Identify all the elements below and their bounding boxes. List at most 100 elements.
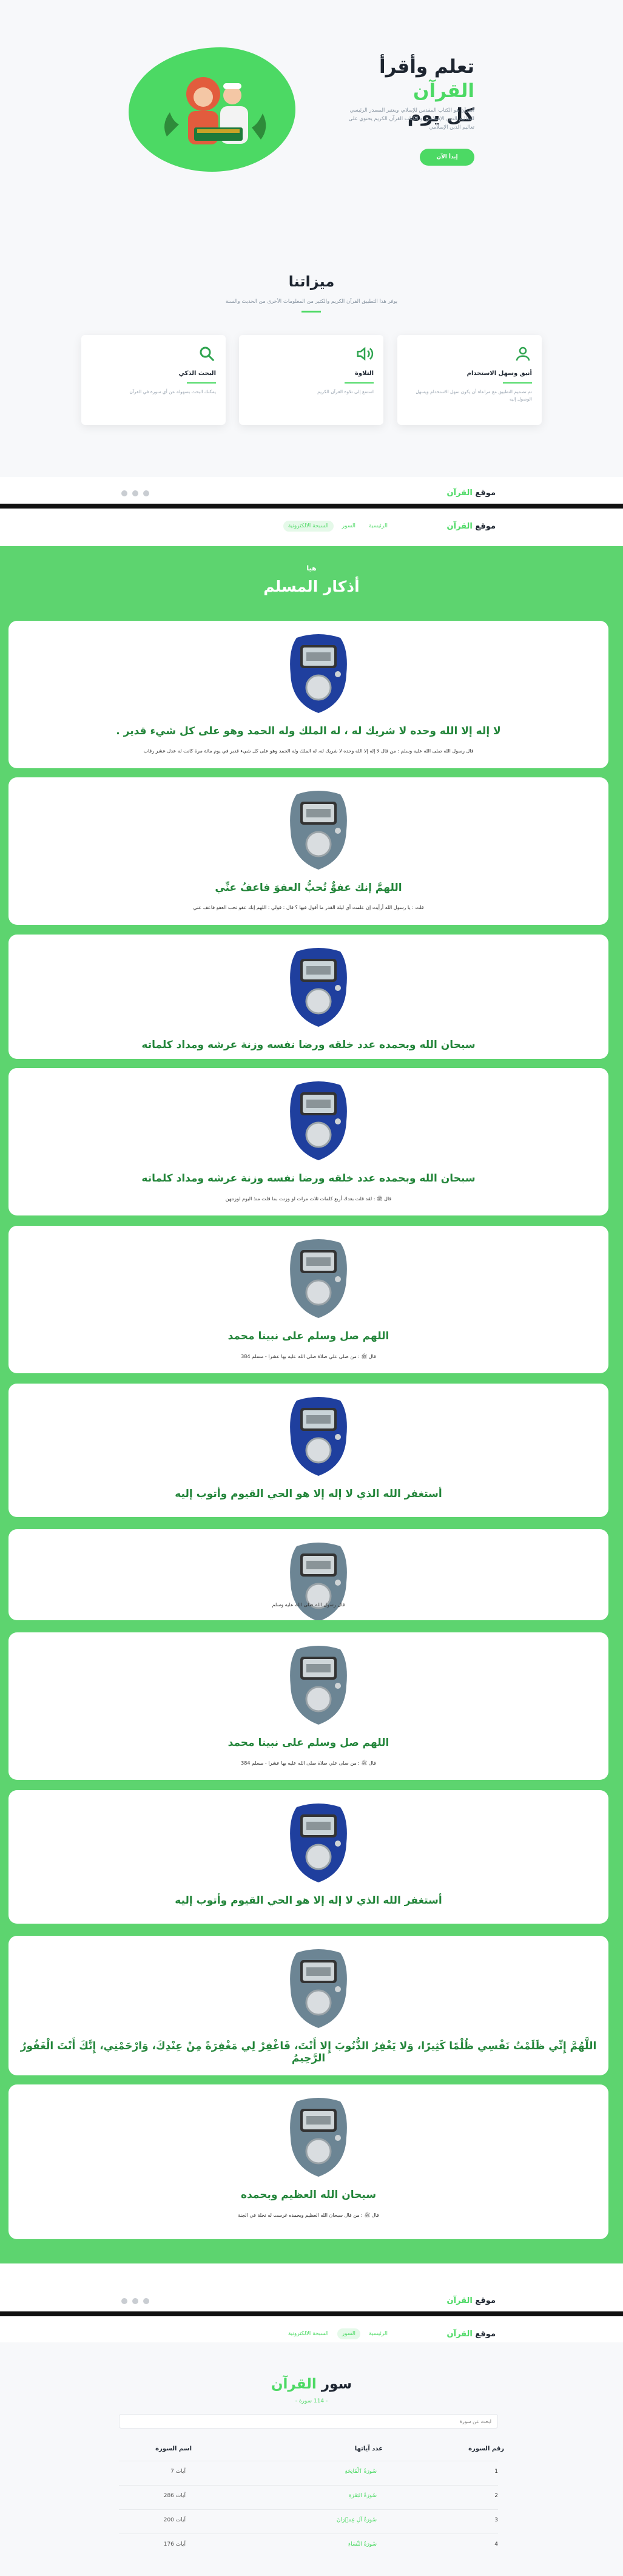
social-links: [121, 2298, 149, 2304]
dhikr-card[interactable]: لا إله إلا الله وحده لا شريك له ، له الم…: [8, 621, 608, 768]
start-now-button[interactable]: إبدأ الآن: [420, 149, 474, 166]
feature-card-title: التلاوة: [355, 370, 374, 377]
dhikr-card[interactable]: قال رسول الله صلى الله عليه وسلم: [8, 1529, 608, 1620]
dhikr-text: اللهم صل وسلم على نبينا محمد: [227, 1737, 389, 1749]
surah-search-input[interactable]: [119, 2414, 498, 2429]
dhikr-card[interactable]: اللهم صل وسلم على نبينا محمد قال ﷺ : من ص…: [8, 1632, 608, 1780]
tasbih-counter-icon[interactable]: [286, 945, 351, 1029]
dhikr-text: سبحان الله وبحمده عدد خلقه ورضا نفسه وزن…: [141, 1039, 476, 1051]
table-row[interactable]: 3 سُورَةُ آلِ عِمۡرَانَ آيات 200: [119, 2509, 498, 2532]
tasbih-counter-icon[interactable]: [286, 2095, 351, 2179]
nav-home[interactable]: الرئيسية: [364, 521, 392, 532]
twitter-icon[interactable]: [132, 490, 138, 496]
tasbih-counter-icon[interactable]: [286, 1394, 351, 1478]
tasbih-counter-icon[interactable]: [286, 1079, 351, 1163]
tasbih-counter-icon[interactable]: [286, 632, 351, 715]
nav-surah[interactable]: السور: [337, 521, 360, 532]
surah-name[interactable]: سُورَةُ النِّسَاءِ: [348, 2541, 377, 2547]
surah-ayat: آيات 7: [170, 2469, 186, 2475]
surah-section: سور القرآن - 114 سورة - رقم السورة عدد آ…: [0, 2342, 623, 2576]
header-ayat: عدد آياتها: [354, 2446, 383, 2452]
footer: موقع القرآن: [0, 2285, 623, 2316]
facebook-icon[interactable]: [143, 2298, 149, 2304]
dhikr-note: قلت : يا رسول الله أرأيت إن علمت أي ليلة…: [193, 905, 424, 910]
nav-links: الرئيسية السور السبحة الالكترونية: [283, 2328, 392, 2339]
dhikr-text: لا إله إلا الله وحده لا شريك له ، له الم…: [116, 725, 501, 737]
features-title: ميزاتنا: [288, 273, 335, 290]
feature-card-easy: أنيق وسهل الاستخدام تم تصميم التطبيق مع …: [397, 335, 542, 425]
hero-title-green: القرآن: [413, 80, 474, 102]
dhikr-card[interactable]: سبحان الله وبحمده عدد خلقه ورضا نفسه وزن…: [8, 1068, 608, 1215]
hero-section: تعلم وأقرأ القرآن كل يوم القرآن هو الكتا…: [0, 0, 623, 477]
header-number: رقم السورة: [468, 2446, 504, 2452]
navbar-brand[interactable]: موقع القرآن: [447, 522, 496, 531]
dhikr-note: قال ﷺ : من صلى علي صلاة صلى الله عليه به…: [241, 1760, 376, 1766]
dhikr-card[interactable]: اللَّهُمَّ إِنِّي ظَلَمْتُ نَفْسِي ظُلْم…: [8, 1936, 608, 2075]
brand-name: القرآن: [446, 522, 473, 531]
instagram-icon[interactable]: [121, 490, 127, 496]
surah-title-green: القرآن: [271, 2376, 317, 2392]
tasbih-counter-icon[interactable]: [286, 1540, 351, 1620]
features-divider: [301, 311, 321, 313]
footer: موقع القرآن: [0, 477, 623, 509]
surah-ayat: آيات 176: [163, 2541, 186, 2547]
feature-card-search: البحث الذكي يمكنك البحث بسهولة عن أي سور…: [81, 335, 226, 425]
dhikr-text: اللهم صل وسلم على نبينا محمد: [227, 1330, 389, 1342]
search-icon: [200, 347, 215, 362]
dhikr-note: قال رسول الله صلى الله عليه وسلم: [272, 1602, 345, 1607]
feature-card-line: [345, 382, 374, 384]
table-row[interactable]: 2 سُورَةُ البَقَرَةِ آيات 286: [119, 2485, 498, 2508]
speaker-icon: [357, 347, 374, 361]
tasbih-counter-icon[interactable]: [286, 1237, 351, 1320]
dhikr-card[interactable]: سبحان الله العظيم وبحمده قال ﷺ : من قال س…: [8, 2084, 608, 2239]
nav-adhkar[interactable]: السبحة الالكترونية: [283, 2328, 334, 2339]
dhikr-card[interactable]: أستغفر الله الذي لا إله إلا هو الحي القي…: [8, 1790, 608, 1924]
surah-number: 1: [494, 2469, 498, 2475]
feature-card-line: [503, 382, 532, 384]
dhikr-text: أستغفر الله الذي لا إله إلا هو الحي القي…: [175, 1895, 442, 1907]
brand-name: القرآن: [446, 2296, 473, 2305]
navbar: موقع القرآن الرئيسية السور السبحة الالكت…: [0, 513, 623, 540]
dhikr-note: قال رسول الله صلى الله عليه وسلم : من قا…: [143, 748, 474, 754]
brand-prefix: موقع: [475, 2330, 496, 2339]
dhikr-text: سبحان الله وبحمده عدد خلقه ورضا نفسه وزن…: [141, 1172, 476, 1185]
table-row[interactable]: 4 سُورَةُ النِّسَاءِ آيات 176: [119, 2534, 498, 2557]
feature-card-desc: استمع إلى تلاوة القرآن الكريم: [317, 389, 374, 394]
navbar-brand[interactable]: موقع القرآن: [447, 2330, 496, 2339]
nav-surah[interactable]: السور: [337, 2328, 360, 2339]
nav-home[interactable]: الرئيسية: [364, 2328, 392, 2339]
dhikr-card[interactable]: اللهمَّ إنك عفوٌّ تُحبُّ العفوَ فاعفُ عن…: [8, 777, 608, 925]
facebook-icon[interactable]: [143, 490, 149, 496]
twitter-icon[interactable]: [132, 2298, 138, 2304]
surah-number: 4: [494, 2541, 498, 2547]
features-subtitle: يوفر هذا التطبيق القرآن الكريم والكثير م…: [225, 299, 398, 305]
surah-count: - 114 سورة -: [295, 2398, 328, 2404]
dhikr-card[interactable]: اللهم صل وسلم على نبينا محمد قال ﷺ : من ص…: [8, 1226, 608, 1373]
dhikr-text: أستغفر الله الذي لا إله إلا هو الحي القي…: [175, 1488, 442, 1500]
tasbih-counter-icon[interactable]: [286, 788, 351, 872]
surah-name[interactable]: سُورَةُ ٱلْفَاتِحَةِ: [345, 2469, 377, 2475]
dhikr-card[interactable]: سبحان الله وبحمده عدد خلقه ورضا نفسه وزن…: [8, 935, 608, 1059]
surah-name[interactable]: سُورَةُ آلِ عِمۡرَانَ: [337, 2517, 377, 2523]
footer-brand[interactable]: موقع القرآن: [447, 2296, 496, 2305]
surah-name[interactable]: سُورَةُ البَقَرَةِ: [349, 2493, 377, 2499]
instagram-icon[interactable]: [121, 2298, 127, 2304]
tasbih-counter-icon[interactable]: [286, 1947, 351, 2030]
adhkar-title: أذكار المسلم: [263, 578, 360, 595]
surah-title: سور القرآن: [0, 2376, 623, 2392]
tasbih-counter-icon[interactable]: [286, 1801, 351, 1885]
nav-adhkar[interactable]: السبحة الالكترونية: [283, 521, 334, 532]
feature-card-desc: تم تصميم التطبيق مع مراعاة أن يكون سهل ا…: [416, 389, 532, 402]
table-row[interactable]: 1 سُورَةُ ٱلْفَاتِحَةِ آيات 7: [119, 2461, 498, 2484]
brand-name: القرآن: [446, 488, 473, 498]
tasbih-counter-icon[interactable]: [286, 1643, 351, 1727]
dhikr-text: اللهمَّ إنك عفوٌّ تُحبُّ العفوَ فاعفُ عن…: [215, 882, 402, 894]
dhikr-note: قال ﷺ : من قال سبحان الله العظيم وبحمده …: [238, 2213, 379, 2218]
footer-brand[interactable]: موقع القرآن: [447, 488, 496, 498]
dhikr-text: سبحان الله العظيم وبحمده: [240, 2189, 377, 2201]
feature-card-recitation: التلاوة استمع إلى تلاوة القرآن الكريم: [239, 335, 383, 425]
dhikr-card[interactable]: أستغفر الله الذي لا إله إلا هو الحي القي…: [8, 1384, 608, 1517]
hero-description: القرآن هو الكتاب المقدس للإسلام، ويعتبر …: [348, 107, 474, 130]
surah-number: 2: [494, 2493, 498, 2499]
brand-prefix: موقع: [475, 522, 496, 531]
